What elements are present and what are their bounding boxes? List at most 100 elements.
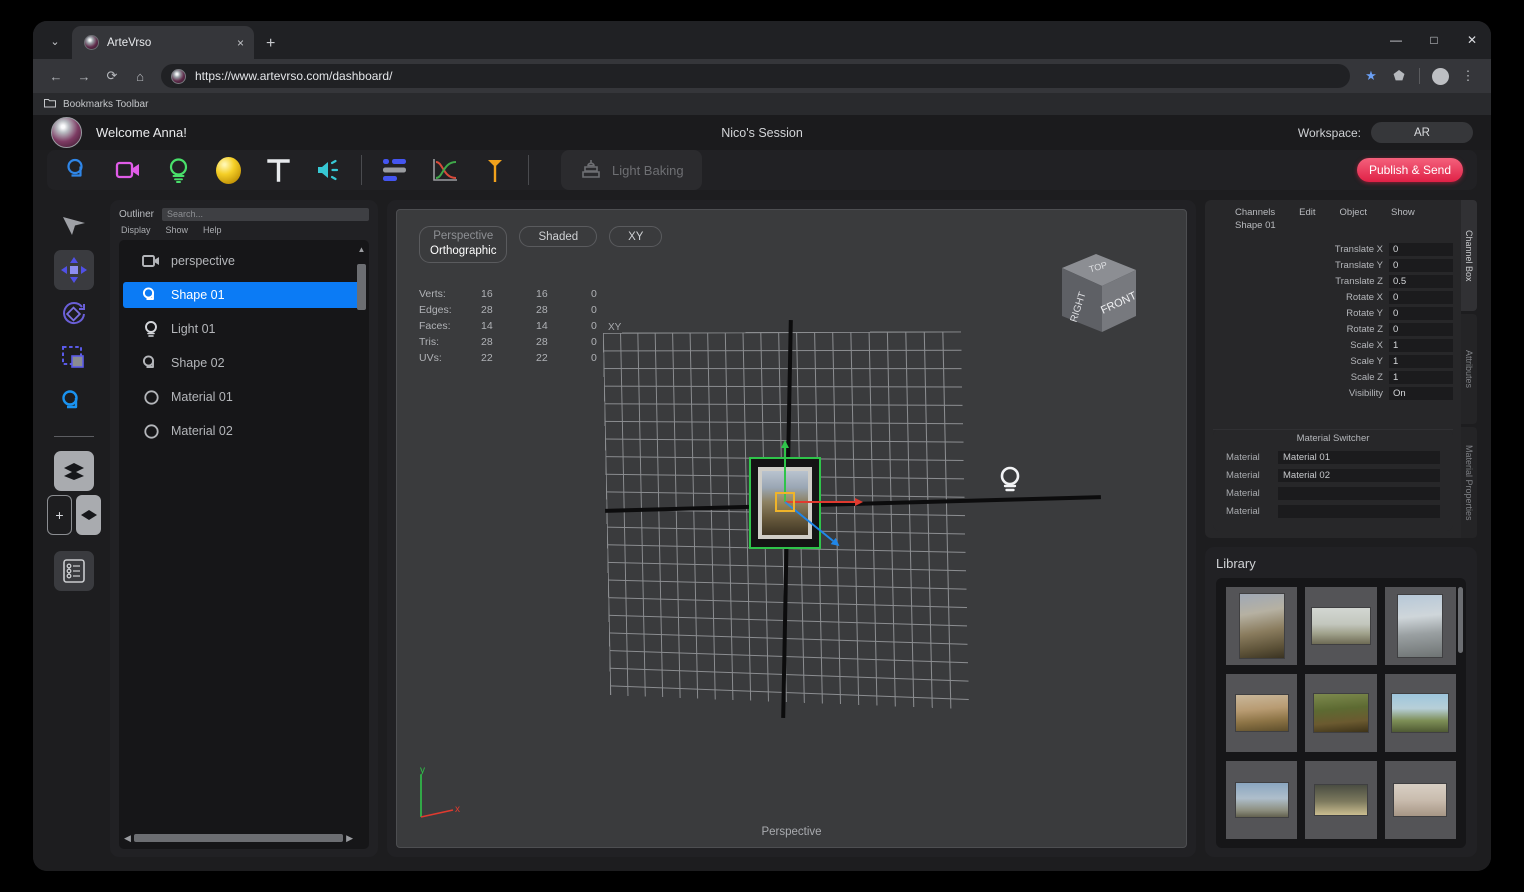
light-baking-button[interactable]: Light Baking <box>561 150 702 190</box>
outliner-menubar: Display Show Help <box>121 225 369 235</box>
list-item[interactable]: perspective <box>123 248 365 274</box>
library-scrollbar[interactable] <box>1458 587 1463 653</box>
table-row: Material Material 01 <box>1213 451 1453 464</box>
graph-editor-icon[interactable] <box>428 153 462 187</box>
channel-menu-show[interactable]: Show <box>1391 207 1415 218</box>
forward-icon[interactable]: → <box>71 63 97 89</box>
channel-menu-object[interactable]: Object <box>1340 207 1367 218</box>
view-cube[interactable]: TOP RIGHT FRONT <box>1044 248 1148 340</box>
scrollbar-thumb[interactable] <box>133 834 344 842</box>
channel-value-input[interactable]: On <box>1389 387 1453 400</box>
browser-menu-icon[interactable]: ⋮ <box>1455 63 1481 89</box>
new-tab-button[interactable]: + <box>266 35 275 53</box>
channel-menu-edit[interactable]: Edit <box>1299 207 1315 218</box>
browser-tab[interactable]: ArteVrso × <box>72 26 254 59</box>
scale-tool[interactable] <box>54 338 94 378</box>
home-icon[interactable]: ⌂ <box>127 63 153 89</box>
rotate-tool[interactable] <box>54 294 94 334</box>
channel-value-input[interactable]: 0 <box>1389 259 1453 272</box>
viewport-3d[interactable]: Perspective Orthographic Shaded XY Verts… <box>396 209 1187 848</box>
avatar[interactable] <box>1427 63 1453 89</box>
camera-icon[interactable] <box>111 153 145 187</box>
tab-attributes[interactable]: Attributes <box>1461 313 1477 425</box>
scroll-left-icon[interactable]: ◀ <box>124 833 131 844</box>
channel-value-input[interactable]: 0 <box>1389 291 1453 304</box>
minimize-button[interactable]: — <box>1377 25 1415 55</box>
library-item[interactable] <box>1226 674 1298 752</box>
list-item[interactable]: Material 01 <box>123 384 365 410</box>
camera-option-perspective[interactable]: Perspective <box>433 229 493 244</box>
layers-tool[interactable] <box>54 451 94 491</box>
reload-icon[interactable]: ⟳ <box>99 63 125 89</box>
select-arrow-tool[interactable] <box>54 206 94 246</box>
library-item[interactable] <box>1384 587 1456 665</box>
add-tool[interactable]: + <box>47 495 72 535</box>
channel-menu-channels[interactable]: Channels <box>1235 207 1275 218</box>
library-item[interactable] <box>1226 587 1298 665</box>
outliner-menu-display[interactable]: Display <box>121 225 151 235</box>
list-item[interactable]: Light 01 <box>123 316 365 342</box>
channel-value-input[interactable]: 0.5 <box>1389 275 1453 288</box>
scrollbar-thumb[interactable] <box>357 264 366 310</box>
scroll-right-icon[interactable]: ▶ <box>346 833 353 844</box>
list-item[interactable]: Material 02 <box>123 418 365 444</box>
publish-and-send-button[interactable]: Publish & Send <box>1356 158 1463 182</box>
shading-dropdown[interactable]: Shaded <box>519 226 598 247</box>
close-window-button[interactable]: ✕ <box>1453 25 1491 55</box>
channel-value-input[interactable]: 0 <box>1389 323 1453 336</box>
material-value-input[interactable]: Material 02 <box>1278 469 1440 482</box>
library-item[interactable] <box>1384 761 1456 839</box>
library-item[interactable] <box>1226 761 1298 839</box>
material-sphere-icon[interactable] <box>211 153 245 187</box>
shape-icon[interactable] <box>61 153 95 187</box>
list-tool[interactable] <box>54 551 94 591</box>
light-icon[interactable] <box>997 465 1023 495</box>
diamond-tool[interactable] <box>76 495 101 535</box>
plane-dropdown[interactable]: XY <box>609 226 663 247</box>
gizmo-center-handle[interactable] <box>775 492 795 512</box>
light-icon[interactable] <box>161 153 195 187</box>
channel-value-input[interactable]: 1 <box>1389 371 1453 384</box>
shape-tool[interactable] <box>54 382 94 422</box>
outliner-search-input[interactable]: Search... <box>162 208 369 221</box>
camera-dropdown[interactable]: Perspective Orthographic <box>419 226 508 263</box>
camera-option-orthographic[interactable]: Orthographic <box>430 244 496 259</box>
bookmarks-toolbar-label[interactable]: Bookmarks Toolbar <box>63 99 148 110</box>
outliner-menu-show[interactable]: Show <box>166 225 189 235</box>
material-value-input[interactable]: Material 01 <box>1278 451 1440 464</box>
channel-value-input[interactable]: 1 <box>1389 339 1453 352</box>
maximize-button[interactable]: □ <box>1415 25 1453 55</box>
extensions-icon[interactable]: ⬟ <box>1386 63 1412 89</box>
material-value-input[interactable] <box>1278 505 1440 518</box>
channel-value-input[interactable]: 0 <box>1389 307 1453 320</box>
channel-value-input[interactable]: 0 <box>1389 243 1453 256</box>
text-icon[interactable] <box>261 153 295 187</box>
move-tool[interactable] <box>54 250 94 290</box>
library-item[interactable] <box>1305 761 1377 839</box>
workspace-selector[interactable]: Workspace: AR <box>1298 122 1473 143</box>
back-icon[interactable]: ← <box>43 63 69 89</box>
list-item[interactable]: Shape 02 <box>123 350 365 376</box>
library-item[interactable] <box>1384 674 1456 752</box>
tab-material-properties[interactable]: Material Properties <box>1461 427 1477 539</box>
close-tab-icon[interactable]: × <box>237 37 244 49</box>
bookmark-star-icon[interactable]: ★ <box>1358 63 1384 89</box>
outliner-vertical-scrollbar[interactable]: ▲ <box>357 246 366 823</box>
channel-value-input[interactable]: 1 <box>1389 355 1453 368</box>
outliner-horizontal-scrollbar[interactable]: ◀ ▶ <box>124 832 353 844</box>
audio-icon[interactable] <box>311 153 345 187</box>
material-value-input[interactable] <box>1278 487 1440 500</box>
tab-search-chevron-icon[interactable]: ⌄ <box>38 26 72 56</box>
address-bar[interactable]: https://www.artevrso.com/dashboard/ <box>161 64 1350 88</box>
outliner-menu-help[interactable]: Help <box>203 225 222 235</box>
workspace-value[interactable]: AR <box>1371 122 1473 143</box>
list-item[interactable]: Shape 01 <box>123 282 365 308</box>
library-item[interactable] <box>1305 587 1377 665</box>
locator-icon[interactable] <box>478 153 512 187</box>
scroll-up-icon[interactable]: ▲ <box>357 246 366 254</box>
tab-channel-box[interactable]: Channel Box <box>1461 200 1477 311</box>
library-item[interactable] <box>1305 674 1377 752</box>
library-grid[interactable] <box>1216 578 1466 848</box>
viewport-controls: Perspective Orthographic Shaded XY <box>419 226 663 263</box>
layers-icon[interactable] <box>378 153 412 187</box>
